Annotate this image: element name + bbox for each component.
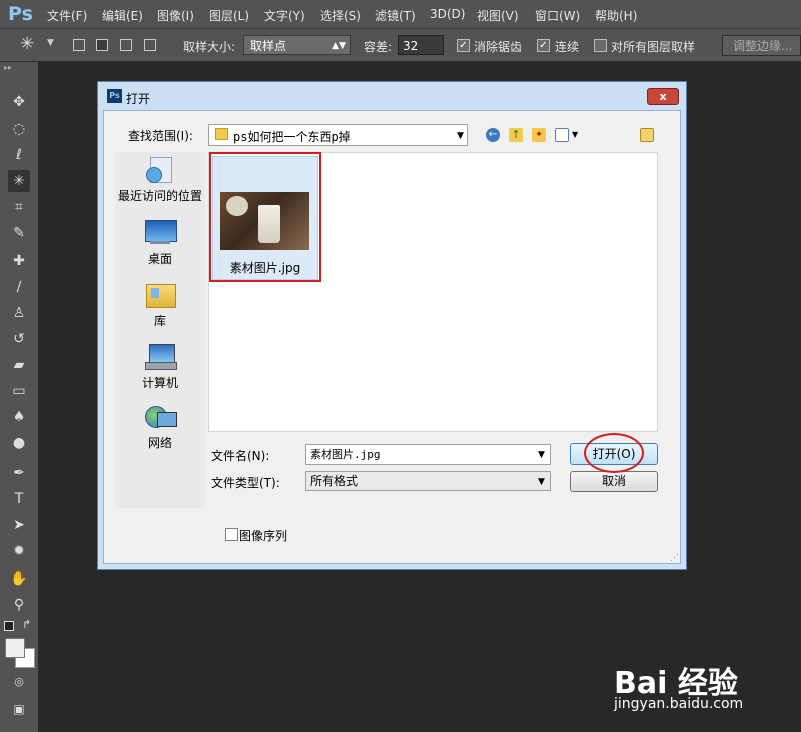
view-menu-icon[interactable] bbox=[555, 128, 569, 142]
all-layers-label: 对所有图层取样 bbox=[611, 40, 696, 54]
foreground-color-swatch[interactable] bbox=[5, 638, 25, 658]
image-sequence-checkbox[interactable] bbox=[225, 528, 238, 541]
favorite-folder-icon[interactable] bbox=[640, 128, 654, 142]
quick-mask-icon[interactable]: ◎ bbox=[8, 671, 30, 693]
history-brush-icon[interactable]: ↺ bbox=[8, 328, 30, 350]
hand-tool-icon[interactable]: ✋ bbox=[8, 568, 30, 590]
menu-help[interactable]: 帮助(H) bbox=[595, 7, 637, 24]
menu-edit[interactable]: 编辑(E) bbox=[102, 7, 143, 24]
dialog-title: 打开 bbox=[126, 92, 151, 106]
filetype-select[interactable]: 所有格式 bbox=[305, 471, 551, 491]
lasso-tool-icon[interactable]: ℓ bbox=[8, 144, 30, 166]
sample-size-label: 取样大小: bbox=[183, 40, 236, 54]
back-icon[interactable]: ← bbox=[486, 128, 500, 142]
menu-type[interactable]: 文字(Y) bbox=[264, 7, 305, 24]
place-recent[interactable]: 最近访问的位置 bbox=[115, 157, 205, 204]
swap-colors-icon[interactable]: ↱ bbox=[22, 618, 31, 631]
chevron-down-icon[interactable]: ▼ bbox=[457, 131, 464, 141]
new-selection-icon[interactable] bbox=[73, 39, 85, 51]
refine-edge-button[interactable]: 调整边缘... bbox=[722, 35, 801, 56]
desktop-icon bbox=[145, 220, 177, 246]
add-selection-icon[interactable] bbox=[96, 39, 108, 51]
sample-size-value: 取样点 bbox=[250, 39, 287, 53]
shape-tool-icon[interactable]: ✹ bbox=[8, 540, 30, 562]
up-folder-icon[interactable]: ↑ bbox=[509, 128, 523, 142]
place-recent-label: 最近访问的位置 bbox=[117, 189, 202, 203]
pen-tool-icon[interactable]: ✒ bbox=[8, 462, 30, 484]
menu-view[interactable]: 视图(V) bbox=[477, 7, 519, 24]
look-in-value: ps如何把一个东西p掉 bbox=[233, 130, 351, 144]
place-computer-label: 计算机 bbox=[141, 376, 178, 390]
places-bar bbox=[115, 152, 205, 508]
place-computer[interactable]: 计算机 bbox=[115, 344, 205, 391]
place-libraries[interactable]: 库 bbox=[115, 282, 205, 329]
subtract-selection-icon[interactable] bbox=[120, 39, 132, 51]
place-network[interactable]: 网络 bbox=[115, 404, 205, 451]
move-tool-icon[interactable]: ✥ bbox=[8, 91, 30, 113]
antialias-checkbox[interactable]: ✓ bbox=[457, 39, 470, 52]
sample-size-select[interactable]: 取样点 ▲▼ bbox=[243, 35, 351, 55]
menu-filter[interactable]: 滤镜(T) bbox=[375, 7, 416, 24]
default-colors-icon[interactable] bbox=[4, 621, 14, 631]
healing-tool-icon[interactable]: ✚ bbox=[8, 250, 30, 272]
magic-wand-icon[interactable]: ✳ bbox=[20, 34, 34, 54]
place-libraries-label: 库 bbox=[153, 314, 166, 328]
look-in-label: 查找范围(I): bbox=[128, 129, 193, 143]
ps-icon: Ps bbox=[107, 89, 122, 103]
contiguous-label: 连续 bbox=[555, 40, 580, 54]
chevron-down-icon[interactable]: ▼ bbox=[538, 477, 545, 487]
chevron-down-icon[interactable]: ▼ bbox=[47, 38, 54, 48]
crop-tool-icon[interactable]: ⌗ bbox=[8, 196, 30, 218]
zoom-tool-icon[interactable]: ⚲ bbox=[8, 594, 30, 616]
app-logo: Ps bbox=[8, 3, 33, 25]
magic-wand-tool-icon[interactable]: ✳ bbox=[8, 170, 30, 192]
marquee-tool-icon[interactable]: ◌ bbox=[8, 118, 30, 140]
type-tool-icon[interactable]: T bbox=[8, 488, 30, 510]
cancel-button[interactable]: 取消 bbox=[570, 471, 658, 492]
chevron-updown-icon: ▲▼ bbox=[332, 41, 346, 51]
screen-mode-icon[interactable]: ▣ bbox=[8, 698, 30, 720]
all-layers-checkbox[interactable] bbox=[594, 39, 607, 52]
contiguous-checkbox[interactable]: ✓ bbox=[537, 39, 550, 52]
stamp-tool-icon[interactable]: ♙ bbox=[8, 302, 30, 324]
libraries-icon bbox=[145, 282, 176, 308]
watermark-url: jingyan.baidu.com bbox=[614, 696, 744, 712]
tolerance-input[interactable]: 32 bbox=[398, 35, 444, 55]
place-desktop-label: 桌面 bbox=[147, 252, 172, 266]
menu-window[interactable]: 窗口(W) bbox=[535, 7, 580, 24]
network-icon bbox=[145, 404, 177, 430]
place-desktop[interactable]: 桌面 bbox=[115, 220, 205, 267]
menu-3d[interactable]: 3D(D) bbox=[430, 7, 465, 21]
brush-tool-icon[interactable]: ∕ bbox=[8, 276, 30, 298]
filetype-label: 文件类型(T): bbox=[211, 476, 280, 490]
path-select-icon[interactable]: ➤ bbox=[8, 514, 30, 536]
menu-image[interactable]: 图像(I) bbox=[157, 7, 194, 24]
intersect-selection-icon[interactable] bbox=[144, 39, 156, 51]
eraser-tool-icon[interactable]: ▰ bbox=[8, 354, 30, 376]
menu-layer[interactable]: 图层(L) bbox=[209, 7, 249, 24]
filename-input[interactable]: 素材图片.jpg bbox=[305, 444, 551, 465]
filename-label: 文件名(N): bbox=[211, 449, 270, 463]
place-network-label: 网络 bbox=[147, 436, 172, 450]
chevron-down-icon[interactable]: ▼ bbox=[538, 450, 545, 460]
folder-icon bbox=[215, 128, 228, 140]
collapse-icon[interactable]: ▸▸ bbox=[4, 63, 12, 72]
image-sequence-label: 图像序列 bbox=[239, 529, 288, 543]
menu-select[interactable]: 选择(S) bbox=[320, 7, 361, 24]
antialias-label: 消除锯齿 bbox=[474, 40, 523, 54]
highlight-rectangle bbox=[209, 152, 321, 282]
eyedropper-tool-icon[interactable]: ✎ bbox=[8, 222, 30, 244]
close-button[interactable]: x bbox=[647, 88, 679, 105]
menu-file[interactable]: 文件(F) bbox=[47, 7, 87, 24]
recent-places-icon bbox=[145, 157, 175, 183]
dodge-tool-icon[interactable]: ● bbox=[8, 432, 30, 454]
highlight-circle bbox=[584, 433, 644, 473]
blur-tool-icon[interactable]: ♠ bbox=[8, 406, 30, 428]
computer-icon bbox=[145, 344, 177, 370]
tolerance-label: 容差: bbox=[364, 40, 393, 54]
chevron-down-icon[interactable]: ▼ bbox=[572, 130, 578, 139]
gradient-tool-icon[interactable]: ▭ bbox=[8, 380, 30, 402]
resize-grip-icon[interactable]: ⋰ bbox=[670, 553, 679, 563]
new-folder-icon[interactable]: ✦ bbox=[532, 128, 546, 142]
